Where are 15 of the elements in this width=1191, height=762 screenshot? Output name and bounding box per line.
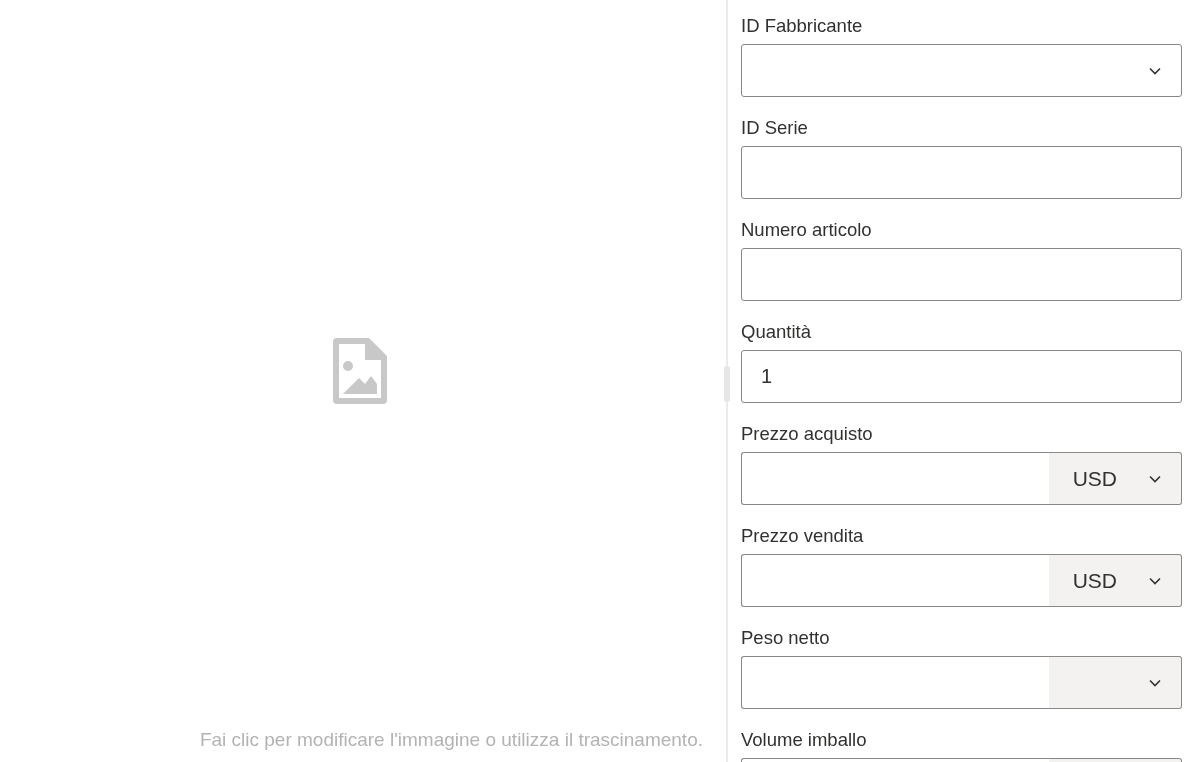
field-label: ID Fabbricante xyxy=(741,14,864,38)
image-hint: Fai clic per modificare l'immagine o utilizza il trascinamento. xyxy=(199,728,703,752)
field-label: Peso netto xyxy=(741,626,831,650)
resize-handle[interactable] xyxy=(724,366,730,402)
dropdown-field[interactable] xyxy=(741,44,1182,97)
chevron-down-icon xyxy=(1149,66,1161,75)
text-field[interactable] xyxy=(741,146,1182,199)
field-label: Numero articolo xyxy=(741,218,873,242)
field-label: Volume imballo xyxy=(741,728,868,752)
text-field[interactable] xyxy=(741,248,1182,301)
field-label: Prezzo acquisto xyxy=(741,422,874,446)
field-label: Prezzo vendita xyxy=(741,524,865,548)
text-field[interactable]: 1 xyxy=(741,350,1182,403)
field-label: Quantità xyxy=(741,320,812,344)
field-label: ID Serie xyxy=(741,116,809,140)
